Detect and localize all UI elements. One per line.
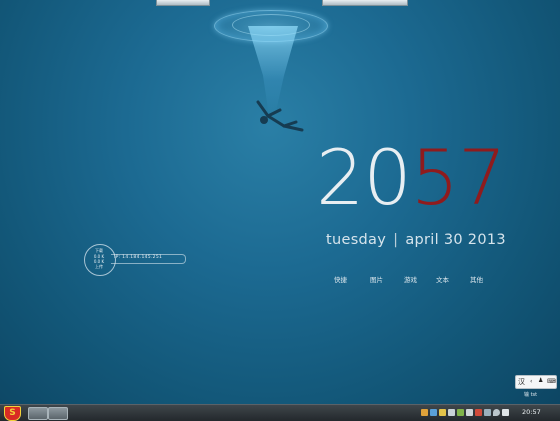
taskbar: S 20:57 — [0, 404, 560, 421]
quick-link-other[interactable]: 其他 — [470, 274, 483, 284]
tray-security-icon[interactable] — [448, 409, 455, 416]
clock-display: 2057 — [316, 140, 506, 216]
top-panel-tab-left[interactable] — [156, 0, 210, 6]
punctuation-icon[interactable]: ‹ — [530, 378, 532, 385]
input-language-indicator[interactable]: 汉 — [518, 377, 525, 387]
tray-app-icon[interactable] — [430, 409, 437, 416]
upload-label: 上传 — [95, 264, 103, 269]
tray-volume-icon[interactable] — [502, 409, 509, 416]
taskbar-window-button-1[interactable] — [28, 407, 48, 420]
quick-link-text[interactable]: 文本 — [436, 274, 449, 284]
user-icon[interactable]: ♟ — [538, 377, 543, 384]
tray-update-icon[interactable] — [457, 409, 464, 416]
input-method-label: 输 tst — [524, 392, 538, 398]
quick-link-shortcuts[interactable]: 快捷 — [334, 274, 347, 284]
top-panel-tab-right[interactable] — [322, 0, 408, 6]
tray-shield-icon[interactable] — [439, 409, 446, 416]
taskbar-window-button-2[interactable] — [48, 407, 68, 420]
download-label: 下载 — [95, 248, 103, 253]
keyboard-icon[interactable]: ⌨ — [547, 378, 556, 385]
quick-link-games[interactable]: 游戏 — [404, 274, 417, 284]
clock-minutes: 57 — [410, 133, 507, 222]
sinking-figure-icon — [256, 100, 304, 132]
tray-chat-icon[interactable] — [421, 409, 428, 416]
tray-flag-icon[interactable] — [484, 409, 491, 416]
quick-link-pictures[interactable]: 图片 — [370, 274, 383, 284]
date-separator: | — [393, 232, 399, 248]
date-full: april 30 2013 — [405, 232, 506, 248]
tray-network-icon[interactable] — [466, 409, 473, 416]
date-display: tuesday | april 30 2013 — [326, 232, 506, 248]
taskbar-clock[interactable]: 20:57 — [522, 408, 541, 416]
ip-address: IP: 14.184.145.251 — [114, 255, 163, 260]
tray-alert-icon[interactable] — [475, 409, 482, 416]
input-method-bar[interactable]: 汉 ‹ ♟ ⌨ — [515, 375, 557, 389]
clock-hours: 20 — [316, 133, 412, 222]
date-weekday: tuesday — [326, 232, 387, 248]
start-button[interactable]: S — [4, 406, 21, 421]
tray-drop-icon[interactable] — [493, 409, 500, 416]
